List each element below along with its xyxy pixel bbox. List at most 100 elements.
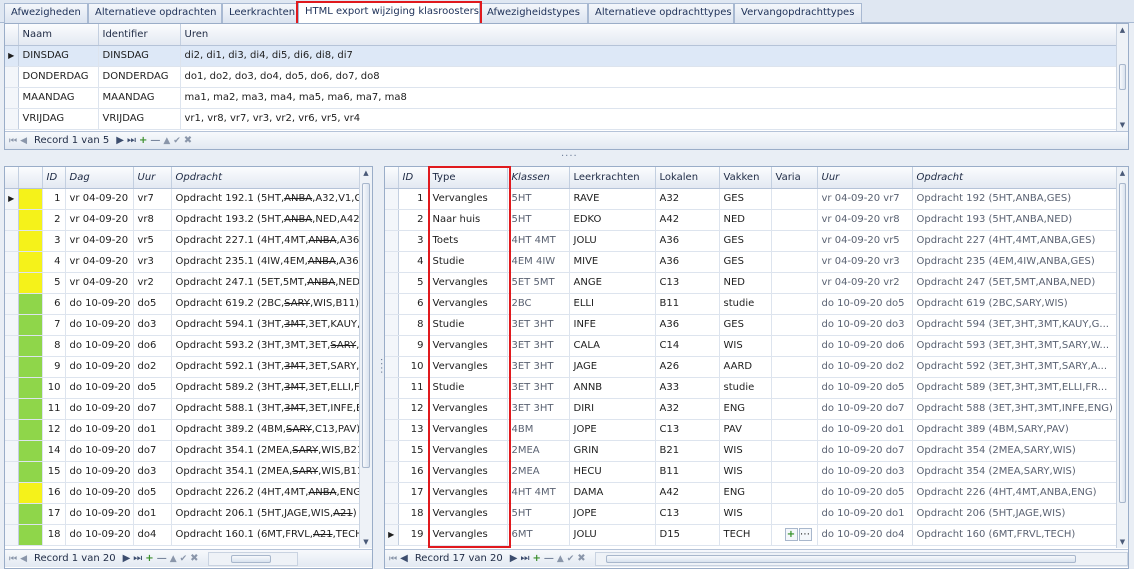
cell-uur[interactable]: do 10-09-20 do7 — [817, 440, 913, 462]
cell-vakken[interactable]: NED — [719, 272, 772, 294]
cell-opdracht[interactable]: Opdracht 589.2 (3HT,3MT,3ET,ELLI,FR) — [171, 377, 360, 399]
cell-uur[interactable]: vr3 — [133, 251, 172, 273]
row-indicator[interactable] — [5, 108, 19, 130]
check-icon[interactable]: ✔ — [180, 554, 188, 564]
cell-lokalen[interactable]: C13 — [655, 272, 720, 294]
scroll-up-icon[interactable]: ▲ — [360, 167, 372, 179]
cell-klassen[interactable]: 4HT 4MT — [507, 482, 570, 504]
cell-opdracht[interactable]: Opdracht 235 (4EM,4IW,ANBA,GES) — [912, 251, 1117, 273]
cell-uur[interactable]: do7 — [133, 398, 172, 420]
cell-klassen[interactable]: 3ET 3HT — [507, 314, 570, 336]
row-indicator[interactable] — [5, 440, 19, 462]
cell-klassen[interactable]: 4EM 4IW — [507, 251, 570, 273]
tab-afwezigheidstypes[interactable]: Afwezigheidstypes — [480, 3, 588, 23]
cell-identifier[interactable]: DINSDAG — [98, 45, 181, 67]
cell-uur[interactable]: do2 — [133, 356, 172, 378]
cell-opdracht[interactable]: Opdracht 206.1 (5HT,JAGE,WIS,A21) — [171, 503, 360, 525]
cell-leerkrachten[interactable]: HECU — [569, 461, 656, 483]
cell-type[interactable]: Naar huis — [428, 209, 508, 231]
cell-klassen[interactable]: 3ET 3HT — [507, 335, 570, 357]
cell-opdracht[interactable]: Opdracht 389 (4BM,SARY,PAV) — [912, 419, 1117, 441]
column-header-id[interactable]: ID — [398, 167, 429, 189]
table-row[interactable]: 2 vr 04-09-20 vr8 Opdracht 193.2 (5HT,ANBA,… — [5, 209, 360, 231]
cell-varia[interactable] — [771, 419, 818, 441]
cell-dag[interactable]: do 10-09-20 — [65, 377, 134, 399]
cell-uur[interactable]: vr5 — [133, 230, 172, 252]
cell-opdracht[interactable]: Opdracht 594.1 (3HT,3MT,3ET,KAUY,A36) — [171, 314, 360, 336]
table-row[interactable]: 2 Naar huis 5HT EDKO A42 NED vr 04-09-20 vr8 Op… — [385, 209, 1117, 231]
cell-opdracht[interactable]: Opdracht 206 (5HT,JAGE,WIS) — [912, 503, 1117, 525]
cancel-icon[interactable]: ✖ — [184, 135, 192, 146]
row-indicator[interactable] — [5, 314, 19, 336]
cell-vakken[interactable]: WIS — [719, 335, 772, 357]
cell-id[interactable]: 17 — [398, 482, 429, 504]
cell-varia[interactable] — [771, 356, 818, 378]
cell-leerkrachten[interactable]: RAVE — [569, 188, 656, 210]
cell-lokalen[interactable]: A36 — [655, 251, 720, 273]
cell-lokalen[interactable]: A33 — [655, 377, 720, 399]
cell-dag[interactable]: vr 04-09-20 — [65, 209, 134, 231]
cell-id[interactable]: 9 — [398, 335, 429, 357]
cell-klassen[interactable]: 3ET 3HT — [507, 398, 570, 420]
cell-leerkrachten[interactable]: JOPE — [569, 419, 656, 441]
cell-uur[interactable]: vr 04-09-20 vr2 — [817, 272, 913, 294]
cell-uur[interactable]: vr 04-09-20 vr3 — [817, 251, 913, 273]
cell-opdracht[interactable]: Opdracht 192 (5HT,ANBA,GES) — [912, 188, 1117, 210]
cell-opdracht[interactable]: Opdracht 619 (2BC,SARY,WIS) — [912, 293, 1117, 315]
table-row[interactable]: 4 Studie 4EM 4IW MIVE A36 GES vr 04-09-20 vr3 O… — [385, 251, 1117, 273]
cell-vakken[interactable]: NED — [719, 209, 772, 231]
column-header-id[interactable]: ID — [42, 167, 66, 189]
column-header-varia[interactable]: Varia — [771, 167, 818, 189]
column-header-uur[interactable]: Uur — [133, 167, 172, 189]
row-indicator[interactable] — [385, 293, 399, 315]
cell-lokalen[interactable]: A32 — [655, 398, 720, 420]
cell-id[interactable]: 15 — [398, 440, 429, 462]
cell-vakken[interactable]: studie — [719, 377, 772, 399]
table-row[interactable]: 17 Vervangles 4HT 4MT DAMA A42 ENG do 10-09-20… — [385, 482, 1117, 504]
add-icon[interactable]: + — [784, 528, 798, 541]
row-indicator[interactable] — [385, 230, 399, 252]
cell-varia[interactable] — [771, 272, 818, 294]
cell-id[interactable]: 9 — [42, 356, 66, 378]
cell-type[interactable]: Vervangles — [428, 293, 508, 315]
column-header-naam[interactable]: Naam — [18, 24, 99, 46]
nav-first-icon[interactable]: ⏮ — [389, 554, 397, 564]
cell-lokalen[interactable]: C13 — [655, 419, 720, 441]
row-indicator[interactable] — [385, 356, 399, 378]
cell-id[interactable]: 3 — [42, 230, 66, 252]
nav-last-icon[interactable]: ⏭ — [133, 553, 142, 564]
table-row[interactable]: 1 Vervangles 5HT RAVE A32 GES vr 04-09-20 vr7 O… — [385, 188, 1117, 210]
cell-opdracht[interactable]: Opdracht 192.1 (5HT,ANBA,A32,V1,GES) — [171, 188, 360, 210]
cell-type[interactable]: Studie — [428, 251, 508, 273]
table-row[interactable]: 4 vr 04-09-20 vr3 Opdracht 235.1 (4IW,4EM,A… — [5, 251, 360, 273]
row-indicator[interactable] — [5, 419, 19, 441]
cell-klassen[interactable]: 5HT — [507, 503, 570, 525]
row-indicator[interactable] — [385, 482, 399, 504]
cell-opdracht[interactable]: Opdracht 247.1 (5ET,5MT,ANBA,NED,C13) — [171, 272, 360, 294]
cell-uur[interactable]: do 10-09-20 do3 — [817, 461, 913, 483]
cell-opdracht[interactable]: Opdracht 227 (4HT,4MT,ANBA,GES) — [912, 230, 1117, 252]
cell-leerkrachten[interactable]: ANNB — [569, 377, 656, 399]
add-icon[interactable]: + — [145, 553, 153, 564]
table-row[interactable]: ▶ DINSDAG DINSDAG di2, di1, di3, di4, di5, … — [5, 45, 1117, 67]
edit-icon[interactable]: ▲ — [557, 554, 564, 564]
column-header-leerkrachten[interactable]: Leerkrachten — [569, 167, 656, 189]
cell-uur[interactable]: vr 04-09-20 vr7 — [817, 188, 913, 210]
cell-uur[interactable]: vr8 — [133, 209, 172, 231]
row-indicator[interactable] — [385, 272, 399, 294]
cell-klassen[interactable]: 3ET 3HT — [507, 356, 570, 378]
cell-uur[interactable]: vr 04-09-20 vr5 — [817, 230, 913, 252]
cell-vakken[interactable]: PAV — [719, 419, 772, 441]
cell-dag[interactable]: do 10-09-20 — [65, 503, 134, 525]
cell-id[interactable]: 12 — [42, 419, 66, 441]
row-indicator[interactable] — [385, 461, 399, 483]
cell-vakken[interactable]: GES — [719, 314, 772, 336]
cell-uur[interactable]: do 10-09-20 do1 — [817, 503, 913, 525]
cell-leerkrachten[interactable]: JOLU — [569, 524, 656, 546]
cancel-icon[interactable]: ✖ — [190, 553, 198, 564]
table-row[interactable]: 16 do 10-09-20 do5 Opdracht 226.2 (4HT,4MT,… — [5, 482, 360, 504]
row-indicator[interactable] — [5, 293, 19, 315]
cell-varia[interactable]: + ⋯ — [771, 524, 818, 546]
row-indicator[interactable] — [385, 314, 399, 336]
cell-uur[interactable]: vr 04-09-20 vr8 — [817, 209, 913, 231]
